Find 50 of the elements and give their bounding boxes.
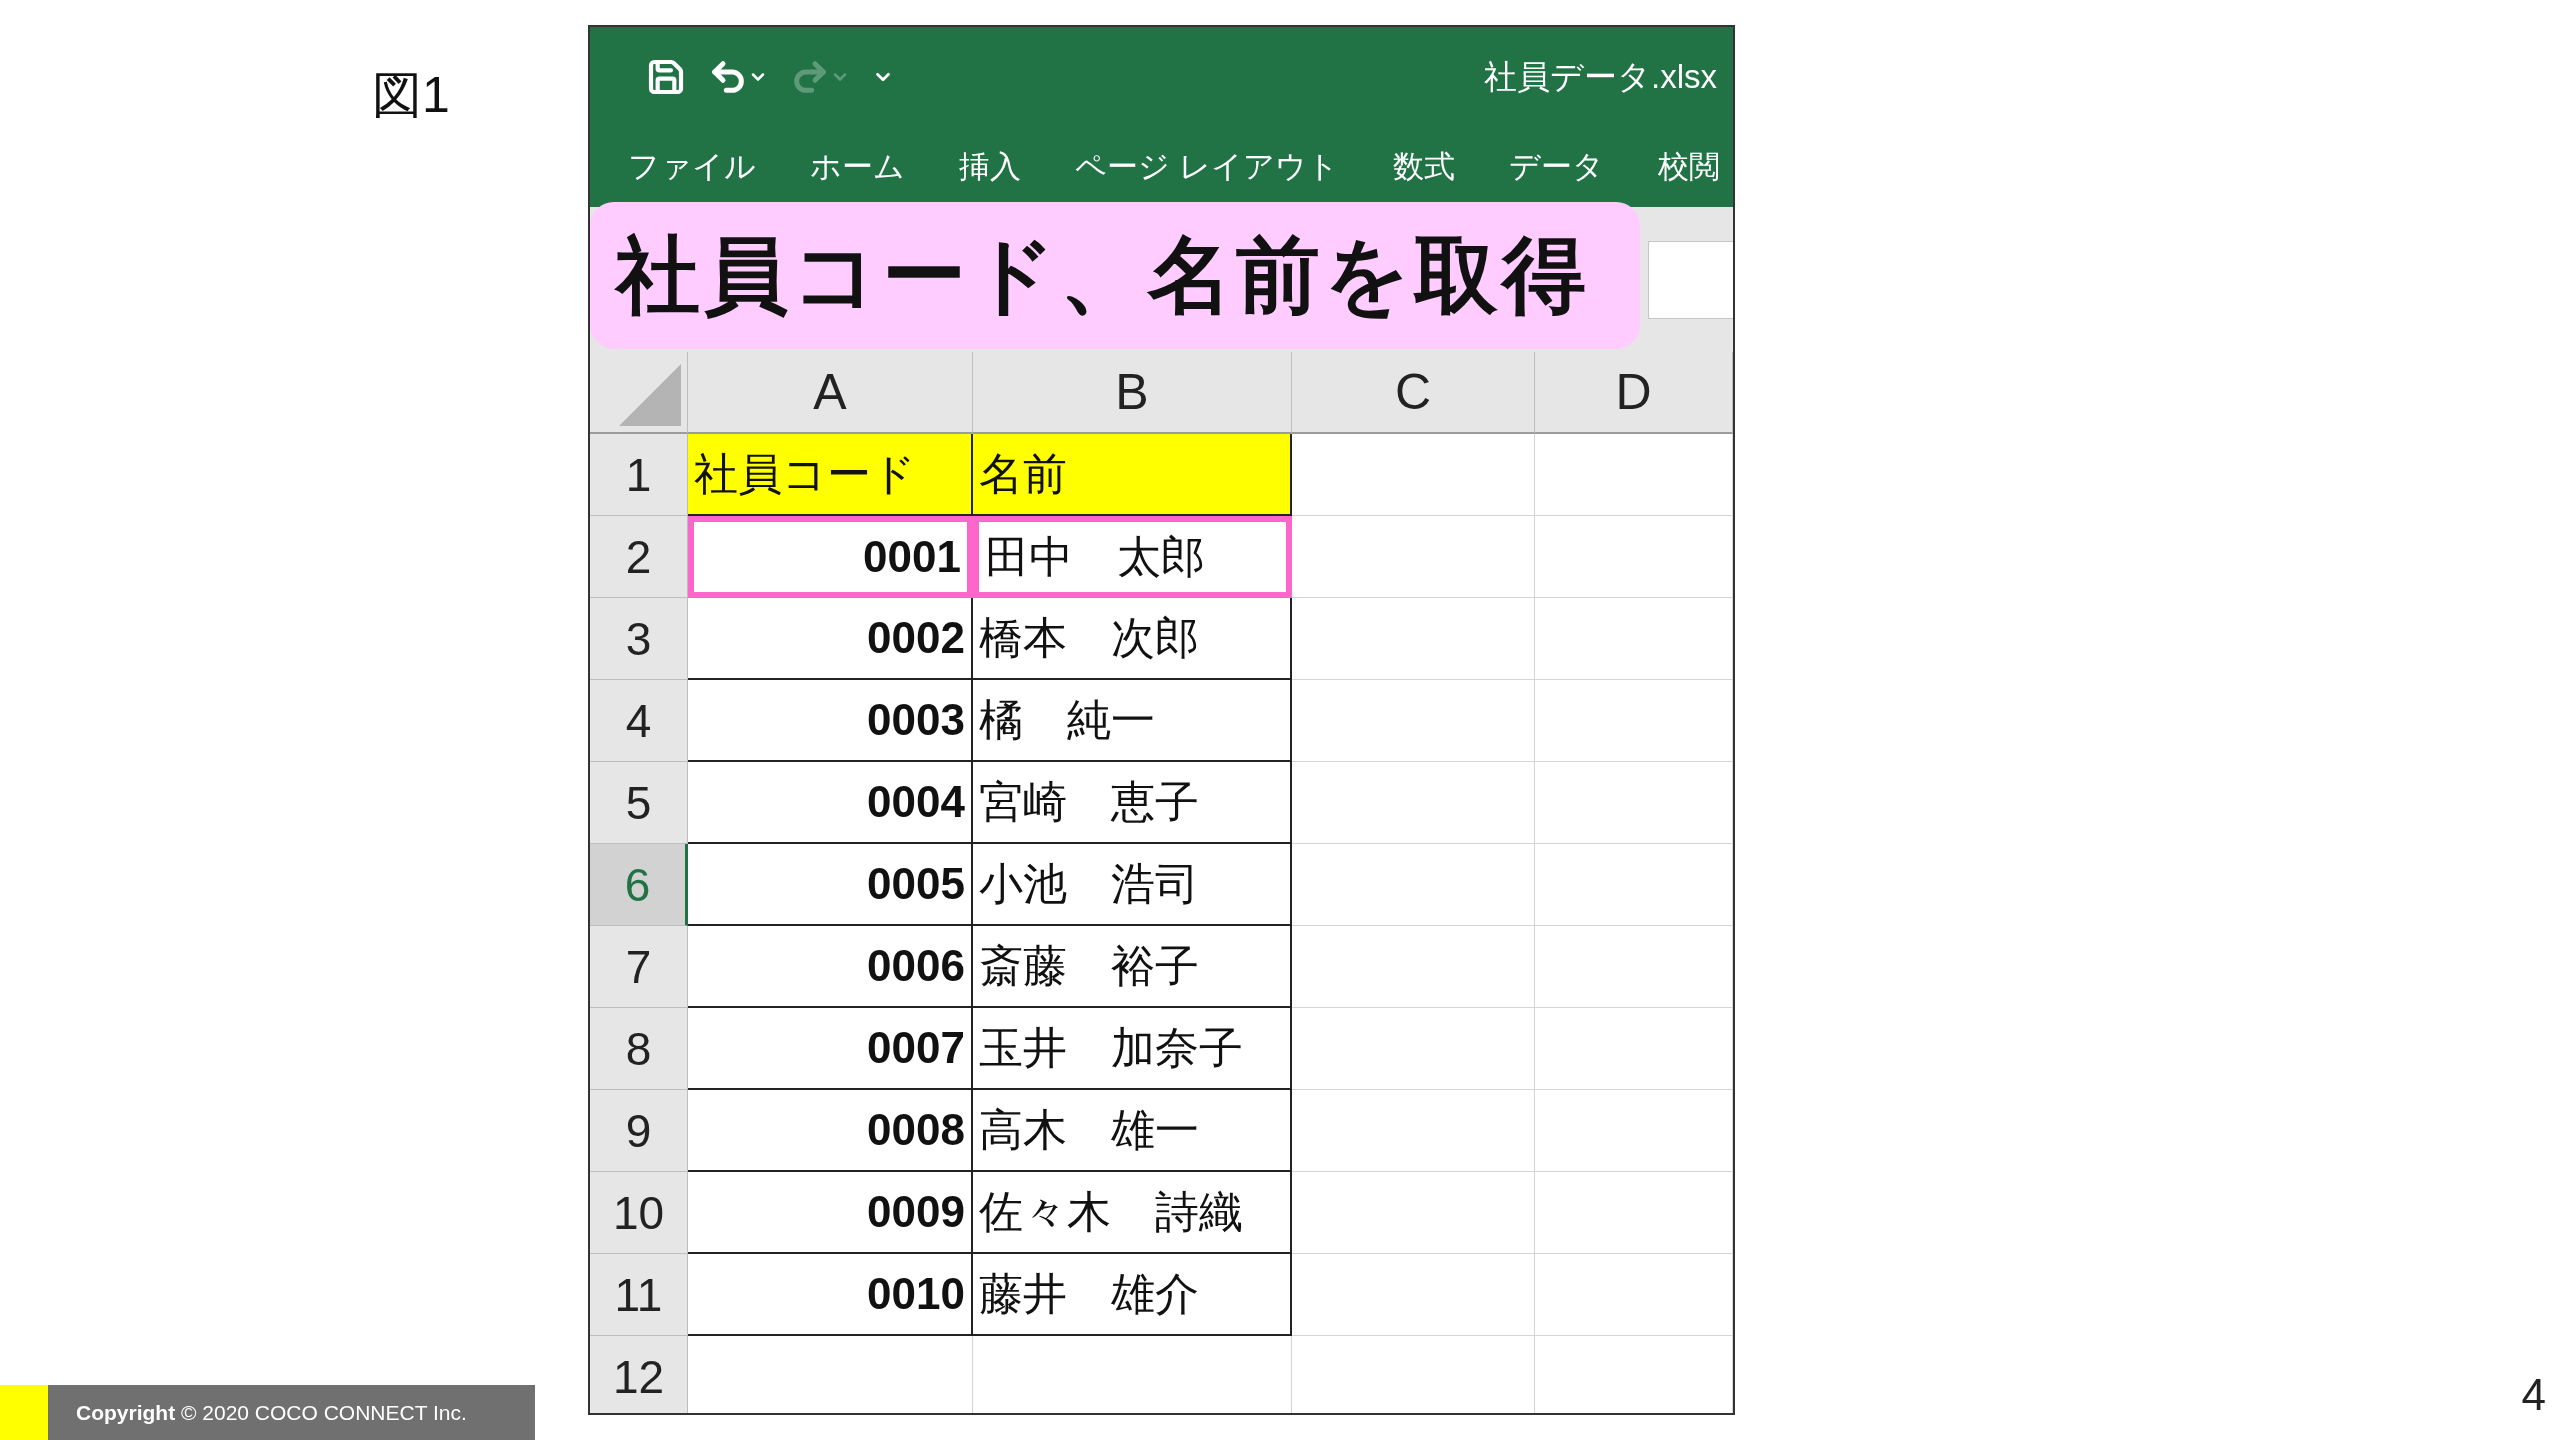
row-header[interactable]: 11 xyxy=(590,1254,688,1336)
table-cell: 名前 xyxy=(973,434,1292,516)
table-cell: 0004 xyxy=(688,762,973,844)
table-cell: 橋本 次郎 xyxy=(973,598,1292,680)
table-cell: 社員コード xyxy=(688,434,973,516)
table-cell: 0002 xyxy=(688,598,973,680)
table-cell: 宮崎 恵子 xyxy=(973,762,1292,844)
ribbon-tab[interactable]: 数式 xyxy=(1392,146,1455,188)
row-header[interactable]: 12 xyxy=(590,1336,688,1413)
ribbon-tab[interactable]: データ xyxy=(1508,146,1604,188)
table-cell: 高木 雄一 xyxy=(973,1090,1292,1172)
table-cell: 佐々木 詩織 xyxy=(973,1172,1292,1254)
table-cell: 0008 xyxy=(688,1090,973,1172)
row-header[interactable]: 8 xyxy=(590,1008,688,1090)
ribbon-tab[interactable]: 校閲 xyxy=(1657,146,1720,188)
table-cell: 田中 太郎 xyxy=(973,516,1292,598)
table-cell: 0006 xyxy=(688,926,973,1008)
table-cell: 斎藤 裕子 xyxy=(973,926,1292,1008)
table-cell: 0001 xyxy=(688,516,973,598)
row-header[interactable]: 7 xyxy=(590,926,688,1008)
window-title: 社員データ.xlsx xyxy=(1484,56,1717,97)
row-header[interactable]: 1 xyxy=(590,434,688,516)
caption-banner: 社員コード、名前を取得 xyxy=(590,202,1640,349)
table-cell: 0010 xyxy=(688,1254,973,1336)
table-cell: 藤井 雄介 xyxy=(973,1254,1292,1336)
column-header[interactable]: C xyxy=(1292,352,1535,434)
ribbon-tab[interactable]: 挿入 xyxy=(959,146,1021,188)
table-cell: 小池 浩司 xyxy=(973,844,1292,926)
row-header[interactable]: 4 xyxy=(590,680,688,762)
column-header[interactable]: B xyxy=(973,352,1292,434)
row-header[interactable]: 9 xyxy=(590,1090,688,1172)
table-cell: 玉井 加奈子 xyxy=(973,1008,1292,1090)
row-header[interactable]: 5 xyxy=(590,762,688,844)
ribbon-tab[interactable]: ホーム xyxy=(810,146,905,188)
table-cell: 橘 純一 xyxy=(973,680,1292,762)
figure-label: 図1 xyxy=(372,66,450,125)
table-cell: 0009 xyxy=(688,1172,973,1254)
copyright-text: Copyright © 2020 COCO CONNECT Inc. xyxy=(76,1400,467,1425)
column-header[interactable]: D xyxy=(1535,352,1733,434)
row-header[interactable]: 2 xyxy=(590,516,688,598)
table-cell: 0007 xyxy=(688,1008,973,1090)
table-cell: 0005 xyxy=(688,844,973,926)
page-number: 4 xyxy=(2521,1370,2546,1420)
row-header[interactable]: 6 xyxy=(590,844,688,926)
ribbon-tab[interactable]: ファイル xyxy=(628,146,756,188)
ribbon-tab[interactable]: ページ レイアウト xyxy=(1075,146,1339,188)
table-cell: 0003 xyxy=(688,680,973,762)
column-header[interactable]: A xyxy=(688,352,973,434)
row-header[interactable]: 3 xyxy=(590,598,688,680)
row-header[interactable]: 10 xyxy=(590,1172,688,1254)
